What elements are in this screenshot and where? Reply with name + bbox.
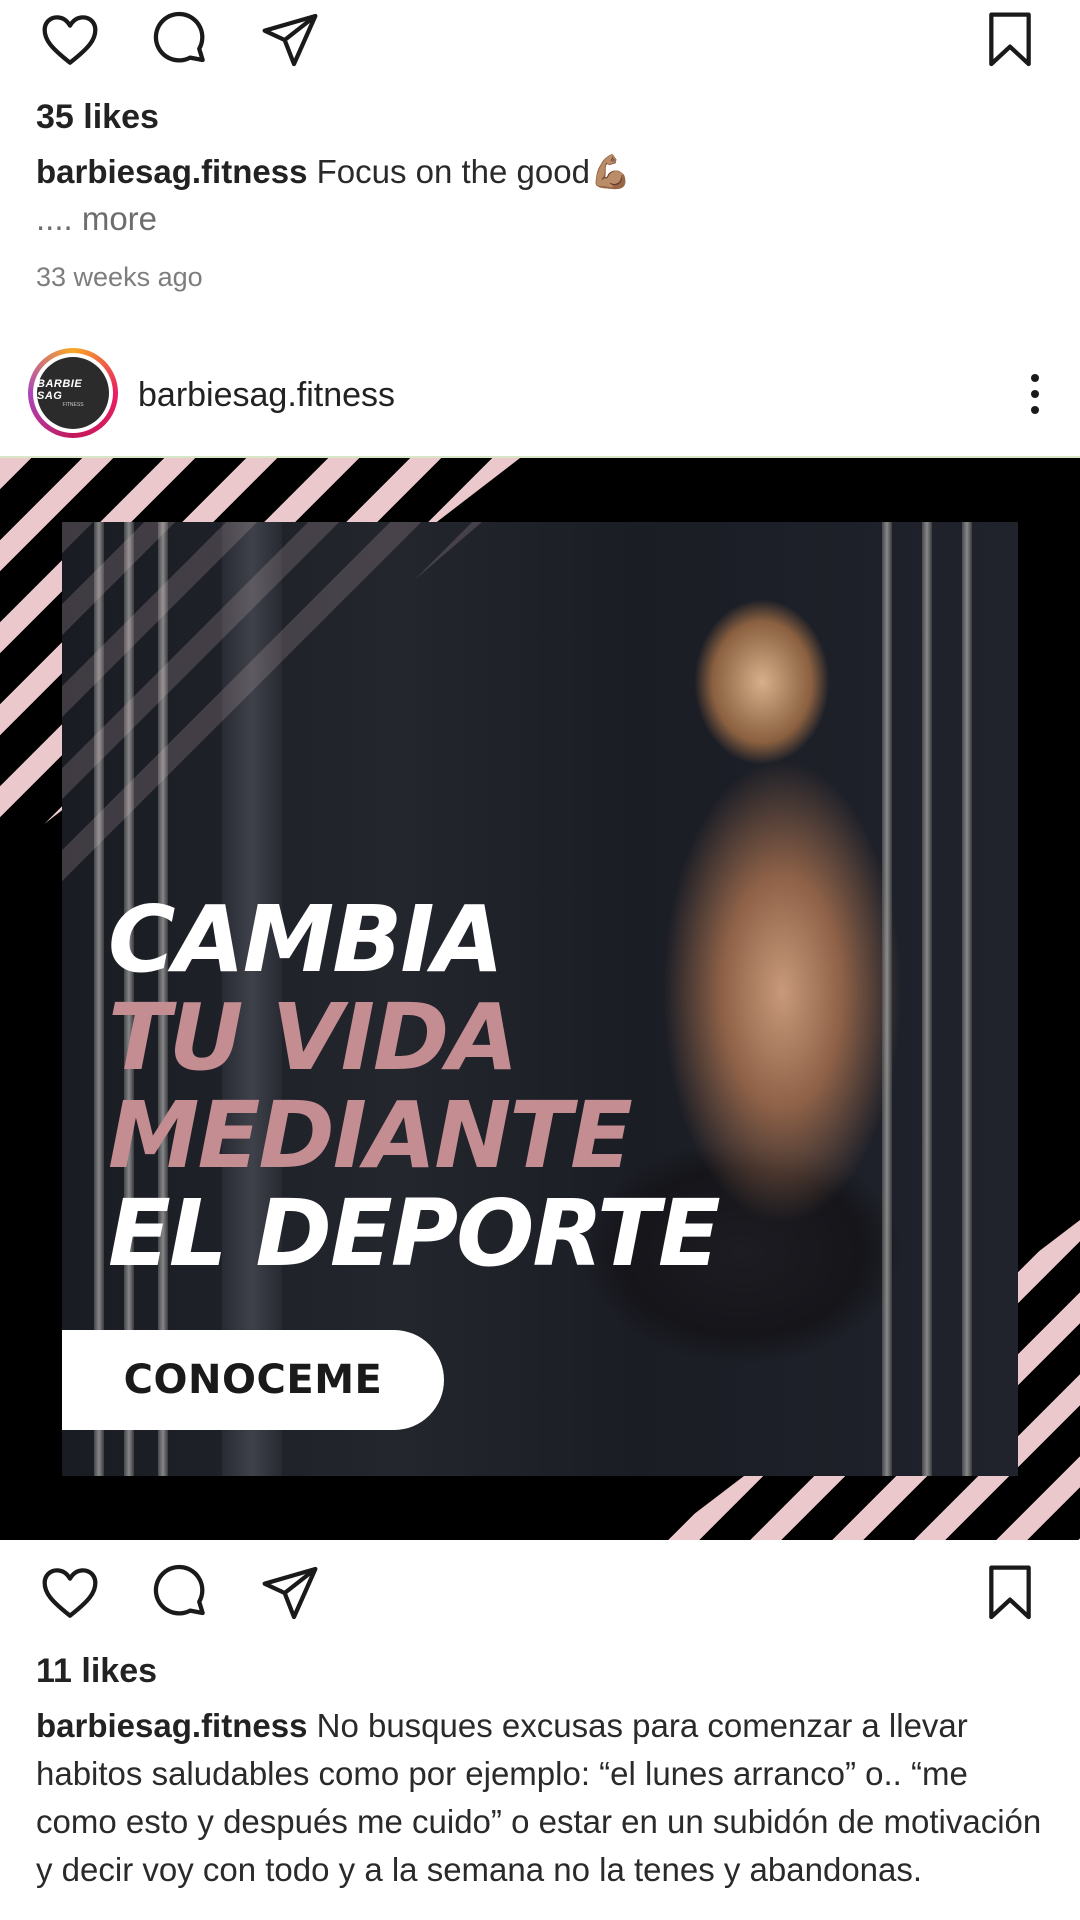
- headline-line-1: CAMBIA: [108, 886, 504, 993]
- like-heart-icon[interactable]: [38, 8, 102, 72]
- share-icon[interactable]: [258, 1561, 322, 1625]
- bookmark-icon[interactable]: [978, 1561, 1042, 1625]
- caption-username[interactable]: barbiesag.fitness: [36, 1707, 307, 1744]
- bookmark-icon[interactable]: [978, 8, 1042, 72]
- conoceme-banner: CONOCEME: [62, 1330, 444, 1430]
- comment-icon[interactable]: [148, 8, 212, 72]
- headline-line-2: TU VIDA: [108, 984, 518, 1091]
- flexed-biceps-emoji: 💪🏽: [589, 153, 632, 190]
- share-icon[interactable]: [258, 8, 322, 72]
- post-caption: barbiesag.fitness No busques excusas par…: [36, 1702, 1050, 1894]
- brand-logo: BARBIE SAG FITNESS: [37, 357, 109, 429]
- headline-line-3: MEDIANTE: [108, 1082, 633, 1189]
- caption-username[interactable]: barbiesag.fitness: [36, 153, 307, 190]
- likes-count[interactable]: 35 likes: [36, 98, 159, 137]
- post-header: BARBIE SAG FITNESS barbiesag.fitness: [0, 340, 1080, 456]
- more-link[interactable]: .... more: [36, 200, 157, 238]
- comment-icon[interactable]: [148, 1561, 212, 1625]
- more-options-icon[interactable]: [1020, 370, 1050, 420]
- caption-text: Focus on the good: [316, 153, 590, 190]
- post-caption: barbiesag.fitness Focus on the good💪🏽: [36, 148, 1050, 196]
- avatar[interactable]: BARBIE SAG FITNESS: [28, 348, 118, 438]
- likes-count[interactable]: 11 likes: [36, 1652, 157, 1691]
- post-timestamp: 33 weeks ago: [36, 262, 203, 292]
- post-image[interactable]: CAMBIA TU VIDA MEDIANTE EL DEPORTE CONOC…: [0, 456, 1080, 1540]
- headline-line-4: EL DEPORTE: [108, 1180, 721, 1287]
- like-heart-icon[interactable]: [38, 1561, 102, 1625]
- post-username[interactable]: barbiesag.fitness: [138, 376, 395, 415]
